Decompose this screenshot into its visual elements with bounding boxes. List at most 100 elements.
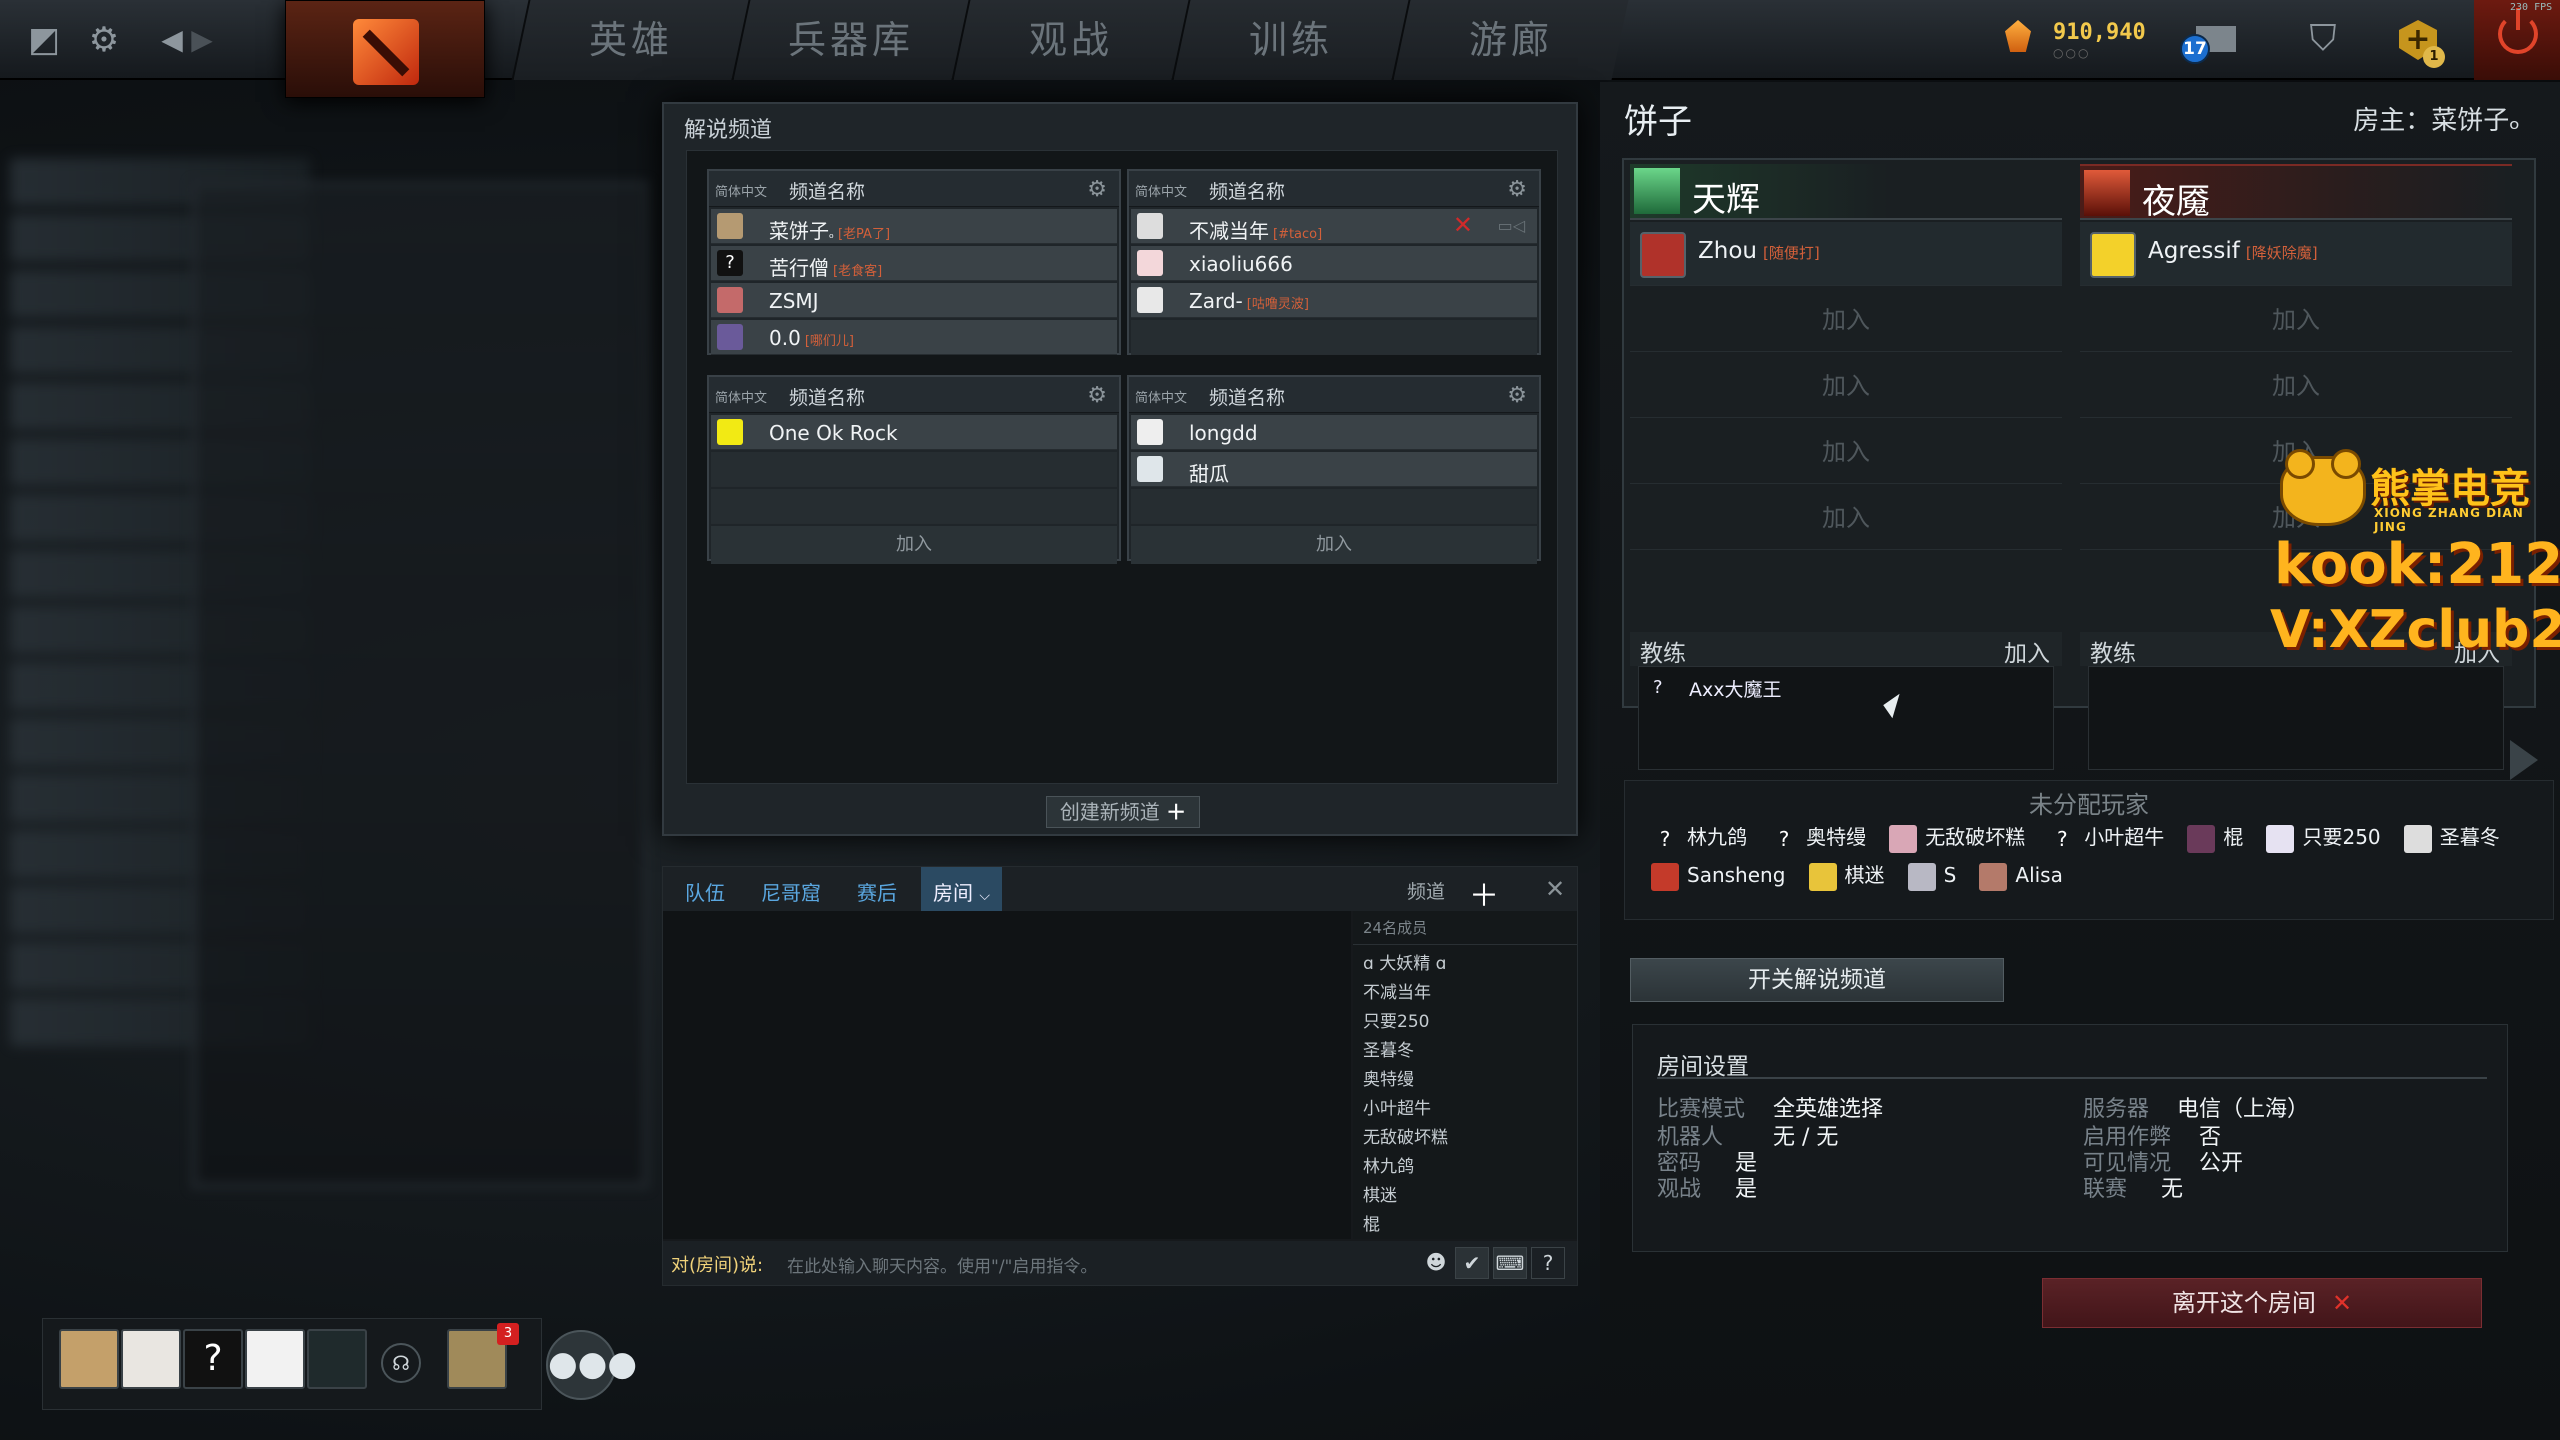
voice-icon[interactable]: ⌨ bbox=[1493, 1247, 1527, 1279]
watermark-sub: XIONG ZHANG DIAN JING bbox=[2374, 506, 2524, 534]
gear-icon[interactable]: ⚙ bbox=[82, 18, 126, 62]
unassigned-player[interactable]: 棋迷 bbox=[1803, 857, 1885, 895]
list-item[interactable]: 棋迷 bbox=[1353, 1177, 1577, 1206]
gear-icon[interactable]: ⚙ bbox=[1087, 177, 1107, 202]
chat-tab-nigecave[interactable]: 尼哥窟 bbox=[761, 877, 821, 906]
list-item[interactable]: 甜瓜 bbox=[1353, 1235, 1577, 1239]
toggle-commentator-button[interactable]: 开关解说频道 bbox=[1630, 958, 2004, 1002]
headset-icon[interactable]: ☊ bbox=[381, 1343, 421, 1383]
top-bar: ◩ ⚙ ◀ ▶ 英雄 兵器库 观战 训练 游廊 910,940 ○○○ 17 ⛉… bbox=[0, 0, 2560, 98]
player-name: Alisa bbox=[2015, 863, 2063, 887]
lobby-title: 饼子 bbox=[1624, 102, 1692, 142]
list-item[interactable]: 小叶超牛 bbox=[1353, 1090, 1577, 1119]
channel-member[interactable]: 菜饼子ₒ [老PA了] bbox=[711, 209, 1117, 244]
gear-icon[interactable]: ⚙ bbox=[1507, 177, 1527, 202]
nav-tab-arcade[interactable]: 游廊 bbox=[1391, 0, 1629, 80]
kick-x-icon[interactable]: ✕ bbox=[1453, 211, 1473, 239]
unassigned-player[interactable]: 只要250 bbox=[2260, 819, 2381, 857]
team-join-slot[interactable]: 加入 bbox=[1630, 486, 2062, 550]
channel-join-button[interactable]: 加入 bbox=[1131, 526, 1537, 564]
avatar bbox=[1979, 863, 2008, 891]
list-item[interactable]: 无敌破坏糕 bbox=[1353, 1119, 1577, 1148]
send-check-icon[interactable]: ✔ bbox=[1455, 1247, 1489, 1279]
emoticon-icon[interactable]: ☻ bbox=[1419, 1247, 1453, 1279]
chat-tab-room[interactable]: 房间 ⌵ bbox=[921, 867, 1002, 911]
nav-tab-armory[interactable]: 兵器库 bbox=[731, 0, 969, 80]
unassigned-player[interactable]: ? 小叶超牛 bbox=[2042, 819, 2164, 857]
help-icon[interactable]: ? bbox=[1531, 1247, 1565, 1279]
member-name: 不减当年 bbox=[1189, 219, 1269, 243]
nav-tab-heroes[interactable]: 英雄 bbox=[511, 0, 749, 80]
player-name: 小叶超牛 bbox=[2084, 825, 2165, 849]
shards-display[interactable]: 910,940 ○○○ bbox=[2005, 16, 2155, 62]
channel-join-button[interactable]: 加入 bbox=[711, 526, 1117, 564]
list-item[interactable]: 只要250 bbox=[1353, 1003, 1577, 1032]
team-name: 夜魇 bbox=[2142, 182, 2210, 222]
nav-tab-watch[interactable]: 观战 bbox=[951, 0, 1189, 80]
party-people-icon[interactable]: ●●● bbox=[546, 1330, 637, 1400]
unassigned-player[interactable]: ? 林九鸽 bbox=[1645, 819, 1747, 857]
unassigned-player[interactable]: S bbox=[1902, 857, 1956, 895]
dota-logo-button[interactable] bbox=[285, 0, 485, 98]
party-avatar[interactable] bbox=[245, 1329, 305, 1389]
coach-name[interactable]: Axx大魔王 bbox=[1689, 675, 1782, 702]
team-slot[interactable]: Zhou [随便打] bbox=[1630, 222, 2062, 286]
unassigned-player[interactable]: 无敌破坏糕 bbox=[1883, 819, 2025, 857]
channel-member[interactable]: 不减当年 [#taco] ✕ ▭◁ bbox=[1131, 209, 1537, 244]
channel-member[interactable]: 甜瓜 bbox=[1131, 452, 1537, 487]
forward-arrow-icon[interactable]: ▶ bbox=[180, 18, 224, 62]
channel-member[interactable]: 0.0 [哪们儿] bbox=[711, 320, 1117, 355]
shard-dots: ○○○ bbox=[2053, 46, 2091, 60]
coach-join-button[interactable]: 加入 bbox=[2004, 634, 2050, 668]
team-join-slot[interactable]: 加入 bbox=[2080, 288, 2512, 352]
setting-row: 观战 是 bbox=[1657, 1171, 1757, 1203]
create-channel-button[interactable]: 创建新频道 ＋ bbox=[1046, 796, 1200, 828]
list-item[interactable]: 奥特缦 bbox=[1353, 1061, 1577, 1090]
unassigned-player[interactable]: ? 奥特缦 bbox=[1764, 819, 1866, 857]
unassigned-player[interactable]: 圣暮冬 bbox=[2398, 819, 2500, 857]
dota-menu-icon[interactable]: ◩ bbox=[22, 18, 66, 62]
list-item[interactable]: 棍 bbox=[1353, 1206, 1577, 1235]
add-channel-icon[interactable]: ＋ bbox=[1469, 871, 1499, 915]
team-join-slot[interactable]: 加入 bbox=[1630, 288, 2062, 352]
channel-member[interactable]: ? 苦行僧 [老食客] bbox=[711, 246, 1117, 281]
gear-icon[interactable]: ⚙ bbox=[1507, 383, 1527, 408]
channel-name: 频道名称 bbox=[1209, 387, 1286, 409]
messages-button[interactable]: 17 bbox=[2180, 20, 2236, 64]
chat-input[interactable]: 在此处输入聊天内容。使用"/"启用指令。 bbox=[787, 1252, 1097, 1277]
team-join-slot[interactable]: 加入 bbox=[2080, 354, 2512, 418]
leave-lobby-button[interactable]: 离开这个房间 ✕ bbox=[2042, 1278, 2482, 1328]
nav-tab-learn[interactable]: 训练 bbox=[1171, 0, 1409, 80]
team-join-slot[interactable]: 加入 bbox=[1630, 420, 2062, 484]
party-empty-slot[interactable] bbox=[307, 1329, 367, 1389]
close-icon[interactable]: ✕ bbox=[1545, 875, 1565, 903]
list-item[interactable]: 林九鸽 bbox=[1353, 1148, 1577, 1177]
unassigned-player[interactable]: Sansheng bbox=[1645, 857, 1785, 895]
party-avatar[interactable] bbox=[59, 1329, 119, 1389]
divider bbox=[1657, 1077, 2487, 1079]
armory-icon[interactable]: ⛉ bbox=[2300, 18, 2346, 62]
channel-member[interactable]: xiaoliu666 bbox=[1131, 246, 1537, 281]
chat-tab-postgame[interactable]: 赛后 bbox=[857, 877, 897, 906]
channel-member[interactable]: Zard- [咕噜灵波] bbox=[1131, 283, 1537, 318]
chat-member-list: 24名成员 ɑ 大妖精 ɑ 不减当年 只要250 圣暮冬 奥特缦 小叶超牛 无敌… bbox=[1353, 911, 1577, 1239]
party-avatar-unknown[interactable]: ? bbox=[183, 1329, 243, 1389]
list-item[interactable]: ɑ 大妖精 ɑ bbox=[1353, 945, 1577, 974]
team-join-slot[interactable]: 加入 bbox=[1630, 354, 2062, 418]
unassigned-player[interactable]: 棍 bbox=[2181, 819, 2243, 857]
unassigned-player[interactable]: Alisa bbox=[1973, 857, 2063, 895]
channel-2: 简体中文 频道名称 ⚙ 不减当年 [#taco] ✕ ▭◁ xiaoliu666 Zard… bbox=[1127, 169, 1541, 355]
dota-plus-button[interactable]: 1 bbox=[2395, 16, 2445, 68]
list-item[interactable]: 不减当年 bbox=[1353, 974, 1577, 1003]
channel-member[interactable]: longdd bbox=[1131, 415, 1537, 450]
gear-icon[interactable]: ⚙ bbox=[1087, 383, 1107, 408]
channel-member[interactable]: ZSMJ bbox=[711, 283, 1117, 318]
list-item[interactable]: 圣暮冬 bbox=[1353, 1032, 1577, 1061]
channel-member[interactable]: One Ok Rock bbox=[711, 415, 1117, 450]
expand-arrow-icon[interactable] bbox=[2510, 740, 2538, 780]
avatar bbox=[2090, 232, 2136, 278]
chat-tab-team[interactable]: 队伍 bbox=[685, 877, 725, 906]
chat-input-bar[interactable]: 对(房间)说: 在此处输入聊天内容。使用"/"启用指令。 ☻ ✔ ⌨ ? bbox=[663, 1241, 1577, 1285]
party-avatar[interactable] bbox=[121, 1329, 181, 1389]
team-slot[interactable]: Agressif [降妖除魔] bbox=[2080, 222, 2512, 286]
